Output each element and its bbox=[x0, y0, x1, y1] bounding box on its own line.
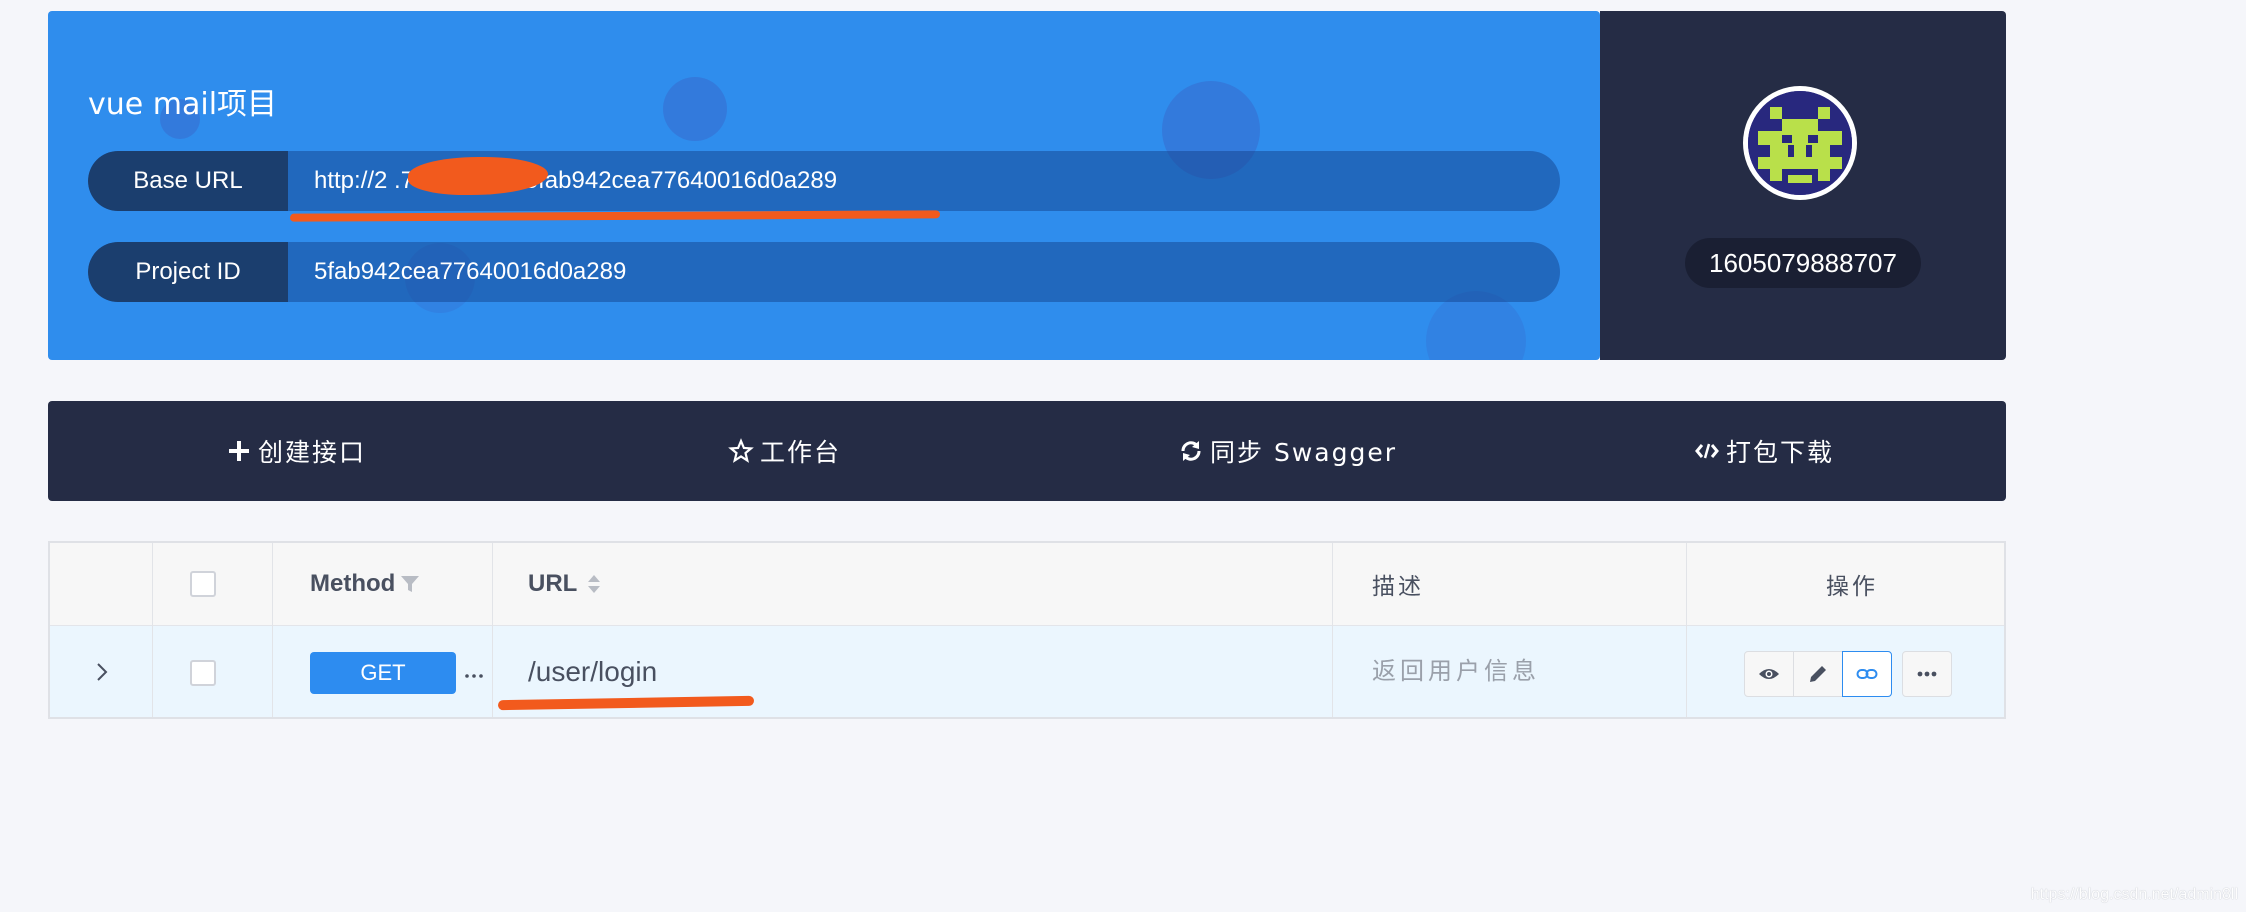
eye-icon bbox=[1759, 669, 1779, 679]
table-row: GET /user/login 返回用户信息 bbox=[50, 626, 2004, 717]
project-title: vue mail项目 bbox=[88, 87, 278, 122]
chevron-right-icon[interactable] bbox=[92, 660, 112, 684]
plus-icon bbox=[229, 441, 249, 461]
url-column-header[interactable]: URL bbox=[528, 543, 603, 625]
action-toolbar: 创建接口 工作台 同步 Swagger 打包下载 bbox=[48, 401, 2006, 501]
description-cell: 返回用户信息 bbox=[1372, 657, 1540, 685]
select-all-checkbox[interactable] bbox=[190, 571, 216, 597]
sync-swagger-label: 同步 Swagger bbox=[1210, 438, 1397, 467]
package-download-label: 打包下载 bbox=[1726, 438, 1835, 467]
watermark: https://blog.csdn.net/admin8ll bbox=[2030, 886, 2238, 903]
column-divider bbox=[272, 543, 273, 717]
identicon-icon bbox=[1748, 91, 1852, 195]
create-interface-label: 创建接口 bbox=[258, 438, 367, 467]
create-interface-button[interactable]: 创建接口 bbox=[226, 401, 366, 501]
column-divider bbox=[152, 543, 153, 717]
column-divider bbox=[1332, 543, 1333, 717]
table-header: Method URL 描述 操作 bbox=[50, 543, 2004, 626]
column-divider bbox=[492, 543, 493, 717]
interface-table: Method URL 描述 操作 GET /user/login 返回用户信息 bbox=[48, 541, 2006, 719]
link-icon bbox=[1856, 669, 1878, 679]
method-header-label: Method bbox=[310, 570, 396, 597]
row-actions bbox=[1744, 651, 1952, 697]
annotation-underline bbox=[289, 210, 941, 222]
ellipsis-icon bbox=[465, 674, 483, 678]
row-checkbox[interactable] bbox=[190, 660, 216, 686]
project-id-value[interactable]: 5fab942cea77640016d0a289 bbox=[314, 242, 626, 302]
workbench-button[interactable]: 工作台 bbox=[728, 401, 841, 501]
decorative-bubble bbox=[663, 77, 727, 141]
avatar[interactable] bbox=[1743, 86, 1857, 200]
url-header-label: URL bbox=[528, 570, 578, 597]
base-url-label: Base URL bbox=[88, 151, 288, 211]
pencil-icon bbox=[1810, 666, 1826, 682]
description-column-header: 描述 bbox=[1372, 574, 1424, 600]
user-id-badge: 1605079888707 bbox=[1685, 238, 1921, 288]
user-panel: 1605079888707 bbox=[1600, 11, 2006, 360]
refresh-icon bbox=[1181, 441, 1201, 461]
view-button[interactable] bbox=[1744, 651, 1794, 697]
actions-column-header: 操作 bbox=[1826, 574, 1878, 600]
base-url-row: Base URL http://2 .7300/mock/5fab942cea7… bbox=[88, 151, 1560, 211]
workbench-label: 工作台 bbox=[760, 438, 842, 467]
column-divider bbox=[1686, 543, 1687, 717]
edit-button[interactable] bbox=[1793, 651, 1843, 697]
star-icon bbox=[728, 438, 754, 463]
project-id-row: Project ID 5fab942cea77640016d0a289 bbox=[88, 242, 1560, 302]
package-download-button[interactable]: 打包下载 bbox=[1694, 401, 1834, 501]
copy-link-button[interactable] bbox=[1842, 651, 1892, 697]
project-id-label: Project ID bbox=[88, 242, 288, 302]
base-url-value[interactable]: http://2 .7300/mock/5fab942cea77640016d0… bbox=[314, 151, 837, 211]
project-card: vue mail项目 Base URL http://2 .7300/mock/… bbox=[48, 11, 1600, 360]
sync-swagger-button[interactable]: 同步 Swagger bbox=[1178, 401, 1397, 501]
more-actions-button[interactable] bbox=[1902, 651, 1952, 697]
sort-icon[interactable] bbox=[585, 572, 603, 596]
filter-icon[interactable] bbox=[399, 573, 421, 595]
code-icon bbox=[1695, 443, 1719, 459]
method-column-header[interactable]: Method bbox=[310, 543, 421, 625]
method-tag: GET bbox=[310, 652, 456, 694]
ellipsis-icon bbox=[1917, 671, 1937, 677]
